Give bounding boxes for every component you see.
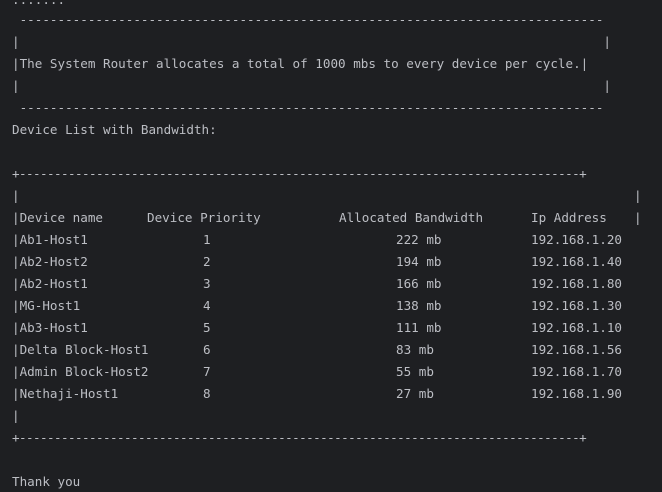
ip-address-cell: 192.168.1.56 xyxy=(531,342,622,357)
allocated-bandwidth-cell: 55 mb xyxy=(396,364,434,379)
table-bottom-border: +---------------------------------------… xyxy=(12,430,587,445)
device-priority-cell: 3 xyxy=(203,276,211,291)
table-row: |Ab2-Host1 3 166 mb 192.168.1.80 xyxy=(12,276,652,292)
device-priority-cell: 6 xyxy=(203,342,211,357)
device-priority-cell: 4 xyxy=(203,298,211,313)
device-name-cell: |Ab2-Host2 xyxy=(12,254,88,269)
header-device-priority: Device Priority xyxy=(147,210,261,225)
table-empty-line: | xyxy=(12,408,652,424)
table-empty-line: | | xyxy=(12,188,652,204)
table-row: |Ab1-Host1 1 222 mb 192.168.1.20 xyxy=(12,232,652,248)
header-device-name: |Device name xyxy=(12,210,103,225)
notice-message: |The System Router allocates a total of … xyxy=(12,56,589,71)
table-right-edge: | xyxy=(634,210,642,225)
ip-address-cell: 192.168.1.20 xyxy=(531,232,622,247)
allocated-bandwidth-cell: 111 mb xyxy=(396,320,442,335)
notice-empty-line: | | xyxy=(12,34,611,49)
device-priority-cell: 5 xyxy=(203,320,211,335)
allocated-bandwidth-cell: 27 mb xyxy=(396,386,434,401)
ip-address-cell: 192.168.1.10 xyxy=(531,320,622,335)
ip-address-cell: 192.168.1.70 xyxy=(531,364,622,379)
ip-address-cell: 192.168.1.30 xyxy=(531,298,622,313)
closing-message: Thank you xyxy=(12,474,81,489)
terminal-output[interactable]: ....... --------------------------------… xyxy=(0,0,662,492)
device-priority-cell: 8 xyxy=(203,386,211,401)
device-name-cell: |Ab3-Host1 xyxy=(12,320,88,335)
table-row: |Ab3-Host1 5 111 mb 192.168.1.10 xyxy=(12,320,652,336)
device-name-cell: |Nethaji-Host1 xyxy=(12,386,119,401)
top-fragment: ....... xyxy=(12,0,65,8)
ip-address-cell: 192.168.1.80 xyxy=(531,276,622,291)
table-row: |Admin Block-Host2 7 55 mb 192.168.1.70 xyxy=(12,364,652,380)
notice-bottom-border: ----------------------------------------… xyxy=(12,100,604,115)
ip-address-cell: 192.168.1.40 xyxy=(531,254,622,269)
table-row: |Delta Block-Host1 6 83 mb 192.168.1.56 xyxy=(12,342,652,358)
ip-address-cell: 192.168.1.90 xyxy=(531,386,622,401)
table-row: |MG-Host1 4 138 mb 192.168.1.30 xyxy=(12,298,652,314)
device-priority-cell: 7 xyxy=(203,364,211,379)
header-ip-address: Ip Address xyxy=(531,210,607,225)
device-name-cell: |Ab2-Host1 xyxy=(12,276,88,291)
device-list-title: Device List with Bandwidth: xyxy=(12,122,217,137)
table-left-edge: | xyxy=(12,408,20,423)
device-name-cell: |Delta Block-Host1 xyxy=(12,342,149,357)
table-header-row: |Device name Device Priority Allocated B… xyxy=(12,210,652,226)
table-left-edge: | xyxy=(12,188,20,203)
allocated-bandwidth-cell: 166 mb xyxy=(396,276,442,291)
notice-top-border: ----------------------------------------… xyxy=(12,12,604,27)
header-allocated-bandwidth: Allocated Bandwidth xyxy=(339,210,484,225)
table-row: |Nethaji-Host1 8 27 mb 192.168.1.90 xyxy=(12,386,652,402)
table-row: |Ab2-Host2 2 194 mb 192.168.1.40 xyxy=(12,254,652,270)
allocated-bandwidth-cell: 138 mb xyxy=(396,298,442,313)
allocated-bandwidth-cell: 194 mb xyxy=(396,254,442,269)
allocated-bandwidth-cell: 83 mb xyxy=(396,342,434,357)
allocated-bandwidth-cell: 222 mb xyxy=(396,232,442,247)
table-right-edge: | xyxy=(634,188,642,203)
notice-empty-line: | | xyxy=(12,78,611,93)
device-priority-cell: 2 xyxy=(203,254,211,269)
device-name-cell: |Ab1-Host1 xyxy=(12,232,88,247)
device-priority-cell: 1 xyxy=(203,232,211,247)
table-top-border: +---------------------------------------… xyxy=(12,166,587,181)
device-name-cell: |Admin Block-Host2 xyxy=(12,364,149,379)
device-name-cell: |MG-Host1 xyxy=(12,298,81,313)
